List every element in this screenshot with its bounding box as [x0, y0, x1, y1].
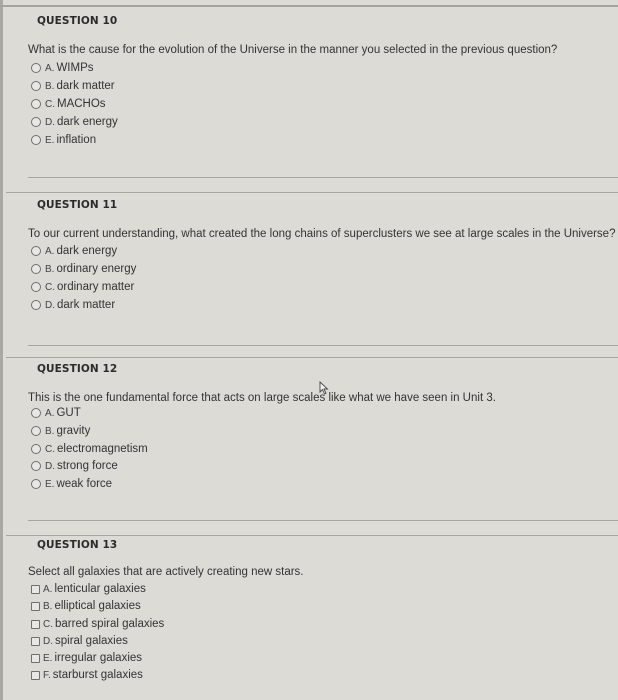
- option-label: MACHOs: [57, 98, 106, 110]
- radio-button[interactable]: [31, 117, 41, 127]
- option-c[interactable]: C. ordinary matter: [31, 280, 134, 294]
- option-label: WIMPs: [56, 62, 94, 74]
- option-label: electromagnetism: [57, 443, 148, 455]
- option-label: ordinary matter: [57, 281, 135, 293]
- radio-button[interactable]: [31, 135, 41, 145]
- option-d[interactable]: D. spiral galaxies: [31, 634, 128, 648]
- option-b[interactable]: B. elliptical galaxies: [31, 599, 141, 613]
- question-divider: [6, 535, 618, 536]
- option-label: GUT: [56, 407, 81, 419]
- radio-button[interactable]: [31, 426, 41, 436]
- option-c[interactable]: C. electromagnetism: [31, 442, 148, 456]
- question-divider: [6, 192, 618, 193]
- question-text: Select all galaxies that are actively cr…: [28, 566, 304, 578]
- question-title: QUESTION 13: [37, 539, 118, 551]
- option-e[interactable]: E. inflation: [31, 133, 96, 147]
- checkbox[interactable]: [31, 636, 40, 646]
- option-label: irregular galaxies: [54, 652, 143, 664]
- question-divider: [28, 345, 618, 346]
- option-e[interactable]: E. weak force: [31, 477, 112, 491]
- option-label: weak force: [56, 478, 113, 490]
- mouse-cursor-icon: [319, 381, 329, 395]
- option-a[interactable]: A. GUT: [31, 406, 81, 420]
- question-title: QUESTION 12: [37, 363, 118, 375]
- question-text: To our current understanding, what creat…: [28, 228, 616, 240]
- radio-button[interactable]: [31, 444, 41, 454]
- option-label: dark energy: [57, 116, 118, 128]
- radio-button[interactable]: [31, 81, 41, 91]
- question-title: QUESTION 10: [37, 15, 118, 27]
- option-f[interactable]: F. starburst galaxies: [31, 668, 143, 682]
- radio-button[interactable]: [31, 99, 41, 109]
- option-b[interactable]: B. ordinary energy: [31, 262, 136, 276]
- option-a[interactable]: A. WIMPs: [31, 61, 94, 75]
- radio-button[interactable]: [31, 246, 41, 256]
- question-divider: [28, 520, 618, 521]
- option-label: ordinary energy: [56, 263, 137, 275]
- page-left-border: [0, 0, 3, 700]
- question-text: What is the cause for the evolution of t…: [28, 44, 558, 56]
- checkbox[interactable]: [31, 670, 40, 680]
- option-label: dark matter: [56, 80, 115, 92]
- option-label: starburst galaxies: [52, 669, 143, 681]
- option-a[interactable]: A. lenticular galaxies: [31, 582, 146, 596]
- radio-button[interactable]: [31, 264, 41, 274]
- option-e[interactable]: E. irregular galaxies: [31, 651, 142, 665]
- option-label: gravity: [56, 425, 91, 437]
- option-b[interactable]: B. dark matter: [31, 79, 115, 93]
- option-b[interactable]: B. gravity: [31, 424, 90, 438]
- radio-button[interactable]: [31, 408, 41, 418]
- option-label: barred spiral galaxies: [55, 618, 165, 630]
- option-label: inflation: [56, 134, 97, 146]
- radio-button[interactable]: [31, 282, 41, 292]
- radio-button[interactable]: [31, 461, 41, 471]
- option-c[interactable]: C. barred spiral galaxies: [31, 617, 164, 631]
- option-label: elliptical galaxies: [54, 600, 141, 612]
- option-label: dark matter: [57, 299, 116, 311]
- option-label: strong force: [57, 460, 118, 472]
- question-title: QUESTION 11: [37, 199, 118, 211]
- question-divider: [6, 357, 618, 358]
- top-divider: [0, 5, 618, 7]
- option-d[interactable]: D. dark energy: [31, 115, 118, 129]
- option-c[interactable]: C. MACHOs: [31, 97, 106, 111]
- checkbox[interactable]: [31, 619, 40, 629]
- checkbox[interactable]: [31, 584, 40, 594]
- option-a[interactable]: A. dark energy: [31, 244, 117, 258]
- radio-button[interactable]: [31, 479, 41, 489]
- radio-button[interactable]: [31, 63, 41, 73]
- checkbox[interactable]: [31, 601, 40, 611]
- question-divider: [28, 177, 618, 178]
- option-label: spiral galaxies: [55, 635, 128, 647]
- option-d[interactable]: D. strong force: [31, 459, 118, 473]
- option-d[interactable]: D. dark matter: [31, 298, 115, 312]
- checkbox[interactable]: [31, 653, 40, 663]
- option-label: dark energy: [56, 245, 118, 257]
- radio-button[interactable]: [31, 300, 41, 310]
- option-label: lenticular galaxies: [54, 583, 146, 595]
- question-text: This is the one fundamental force that a…: [28, 392, 496, 404]
